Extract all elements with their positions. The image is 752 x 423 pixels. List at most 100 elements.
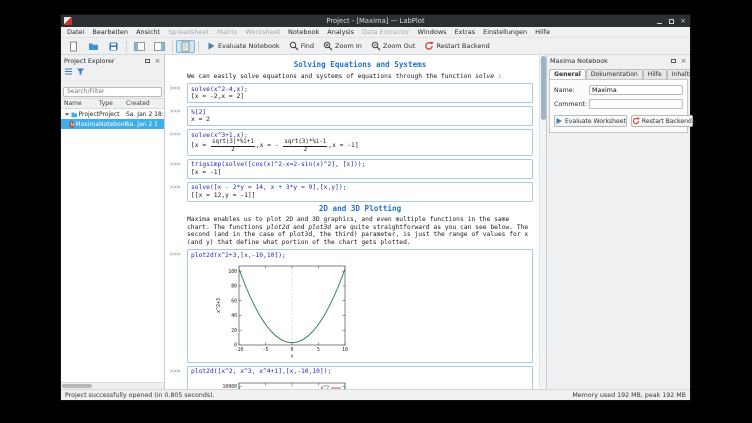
restart-icon [424,41,434,51]
menu-bearbeiten[interactable]: Bearbeiten [88,28,132,36]
name-input[interactable] [589,85,683,95]
find-button[interactable]: Find [285,40,318,53]
evaluate-worksheet-button[interactable]: Evaluate Worksheet [554,115,627,127]
evaluate-notebook-button[interactable]: Evaluate Notebook [202,40,284,53]
project-tree: Name Type Created Project Project Sa. Ja… [61,98,164,382]
command-cell-plot1[interactable]: >>> plot2d(x^2+3,[x,-10,10]); 0204060801… [187,249,533,363]
notebook-view: Solving Equations and Systems We can eas… [165,55,546,389]
scrollbar-thumb[interactable] [62,384,92,388]
general-tab-panel: Name: Comment: Evaluate Worksheet Restar… [549,79,688,133]
float-icon [671,59,676,63]
close-button[interactable]: × [679,17,687,25]
menu-extras[interactable]: Extras [451,28,480,36]
zoom-in-button[interactable]: Zoom In [319,40,366,53]
close-dock-button[interactable]: × [680,57,687,64]
tree-item-label: Project [78,111,99,118]
cell-output: [x = sqrt(3)*%i+12 ,x = - sqrt(3)*%i-12 … [191,139,529,153]
float-dock-button[interactable] [144,57,151,64]
save-project-button[interactable] [104,40,123,53]
text-fragment: We can easily solve equations and system… [187,73,475,80]
cell-input[interactable]: %[2] [191,109,529,117]
cell-prompt: >>> [170,86,186,94]
menu-analysis[interactable]: Analysis [323,28,358,36]
tree-row-project[interactable]: Project Project Sa. Jan 2 18: [61,109,164,119]
expand-all-icon [64,67,73,76]
zoom-out-button[interactable]: Zoom Out [367,40,420,53]
command-cell[interactable]: >>> trigsimp(solve([cos(x)^2-x=2-sin(x)^… [187,159,533,179]
comment-input[interactable] [589,99,683,109]
minimize-icon [657,23,662,24]
actions-row: Evaluate Worksheet Restart Backend [554,115,683,127]
command-cell[interactable]: >>> %[2] x = 2 [187,106,533,126]
zoom-out-label: Zoom Out [383,42,416,50]
toolbar-separator [198,41,199,52]
column-created[interactable]: Created [126,100,164,107]
cell-prompt: >>> [170,132,186,140]
cell-input[interactable]: plot2d(x^2+3,[x,-10,10]); [191,252,529,260]
tab-inhaltsverzeichnis[interactable]: Inhaltsverzeichnis [667,69,690,79]
close-dock-button[interactable]: × [154,57,161,64]
tab-general[interactable]: General [549,69,586,79]
menu-hilfe[interactable]: Hilfe [531,28,554,36]
tree-row-maxima[interactable]: M Maxima Notebook Sa. Jan 2 1 [61,119,164,129]
fraction: sqrt(3)*%i+12 [211,139,255,153]
status-message: Project successfully opened (in 0.805 se… [65,392,572,399]
text-fragment: and [289,224,308,231]
tree-item-type: Project [99,111,126,118]
expand-all-button[interactable] [64,67,73,76]
menu-notebook[interactable]: Notebook [284,28,323,36]
notebook-view-button[interactable] [176,40,195,53]
filter-options-button[interactable] [76,67,85,76]
save-icon [108,41,119,52]
minimize-button[interactable] [655,17,663,25]
restart-backend-button[interactable]: Restart Backend [420,40,493,53]
output-fragment: ,x = - [256,142,283,150]
cell-input[interactable]: solve(x^3+1,x); [191,132,529,140]
command-cell[interactable]: >>> solve(x^3+1,x); [x = sqrt(3)*%i+12 ,… [187,129,533,156]
evaluate-icon [206,41,216,51]
command-cell[interactable]: >>> solve([x - 2*y = 14, x + 3*y = 9],[x… [187,182,533,202]
menu-windows[interactable]: Windows [414,28,451,36]
cell-input[interactable]: trigsimp(solve([cos(x)^2-x=2-sin(x)^2], … [191,161,529,169]
cell-input[interactable]: plot2d([x^2, x^3, x^4+1],[x,-10,10]); [191,368,529,376]
cell-output: [x = -2,x = 2] [191,93,529,101]
folder-icon [71,111,77,118]
expander-icon[interactable] [65,113,69,116]
float-dock-button[interactable] [670,57,677,64]
restart-backend-button[interactable]: Restart Backend [631,115,693,127]
svg-text:40: 40 [231,313,237,319]
cell-input[interactable]: solve([x - 2*y = 14, x + 3*y = 9],[x,y])… [191,184,529,192]
text-entry[interactable]: Maxima enables us to plot 2D and 3D grap… [187,216,533,246]
menu-datei[interactable]: Datei [63,28,88,36]
fraction-numerator: sqrt(3)*%i-1 [283,139,327,147]
text-entry[interactable]: We can easily solve equations and system… [187,73,533,81]
svg-text:0: 0 [291,347,294,353]
name-row: Name: [554,85,683,95]
toggle-project-explorer-button[interactable] [130,40,149,53]
new-project-button[interactable] [64,40,83,53]
menu-einstellungen[interactable]: Einstellungen [479,28,531,36]
cell-input[interactable]: solve(x^2-4,x); [191,86,529,94]
open-project-button[interactable] [84,40,103,53]
menu-ansicht[interactable]: Ansicht [132,28,164,36]
scrollbar-thumb[interactable] [541,56,546,120]
vertical-scrollbar[interactable] [539,55,546,389]
cell-output: x = 2 [191,116,529,124]
evaluate-worksheet-label: Evaluate Worksheet [565,118,626,125]
column-type[interactable]: Type [99,100,126,107]
column-name[interactable]: Name [61,100,99,107]
notebook-content[interactable]: Solving Equations and Systems We can eas… [165,55,539,389]
titlebar[interactable]: Project - [Maxima] — LabPlot × [61,15,690,27]
command-cell-plot2[interactable]: >>> plot2d([x^2, x^3, x^4+1],[x,-10,10])… [187,366,533,390]
horizontal-scrollbar[interactable] [61,382,164,389]
search-filter-input[interactable] [63,87,162,97]
svg-text:x^2+3: x^2+3 [216,298,222,313]
command-cell[interactable]: >>> solve(x^2-4,x); [x = -2,x = 2] [187,83,533,103]
maximize-button[interactable] [667,17,675,25]
zoom-out-icon [371,41,381,51]
toggle-properties-button[interactable] [150,40,169,53]
tab-hilfe[interactable]: Hilfe [643,69,667,79]
restart-icon [632,117,640,125]
tree-item-label: Maxima [75,121,99,128]
tab-dokumentation[interactable]: Dokumentation [586,69,643,79]
